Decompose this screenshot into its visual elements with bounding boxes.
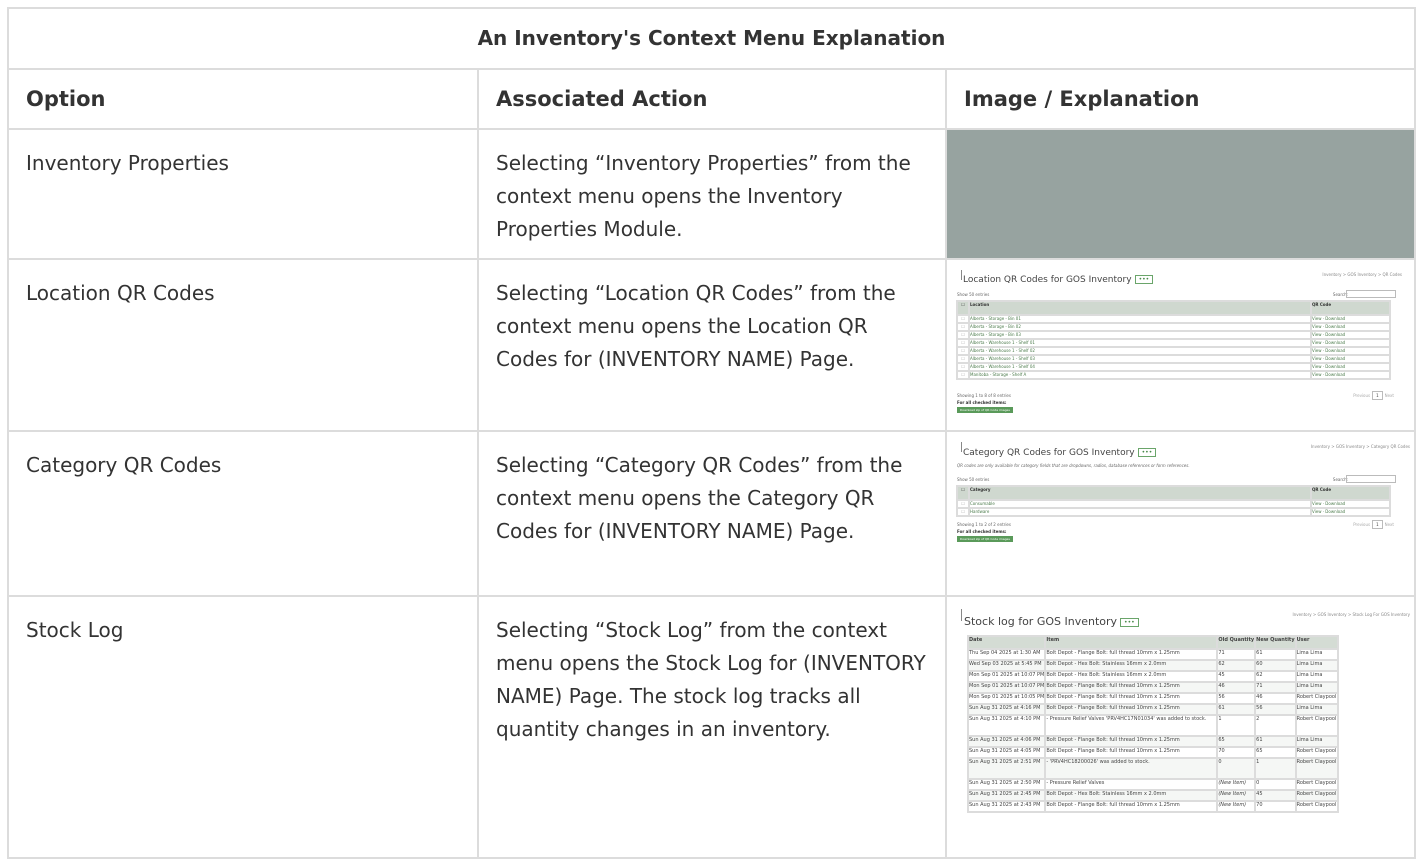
- header-image-explanation: Image / Explanation: [945, 68, 1416, 130]
- download-zip-button[interactable]: Download zip of QR Code images: [957, 536, 1013, 542]
- search-input[interactable]: [1346, 475, 1396, 483]
- breadcrumb: Inventory > GOS Inventory > Category QR …: [1310, 444, 1410, 449]
- action-cell: Selecting “Location QR Codes” from the c…: [477, 258, 947, 432]
- table-row: Inventory Properties Selecting “Inventor…: [7, 128, 1416, 260]
- image-cell: Stock log for GOS Inventory ••• Inventory…: [945, 595, 1416, 859]
- stock-log-screenshot: Stock log for GOS Inventory ••• Inventory…: [947, 597, 1414, 857]
- image-cell: Category QR Codes for GOS Inventory ••• I…: [945, 430, 1416, 597]
- table-row: Sun Aug 31 2025 at 2:43 PM Bolt Depot - F…: [966, 800, 1339, 813]
- category-qr-screenshot: Category QR Codes for GOS Inventory ••• I…: [947, 432, 1414, 595]
- pagination: Previous 1 Next: [1353, 520, 1394, 529]
- table-row: Mon Sep 01 2025 at 10:07 PM Bolt Depot - …: [966, 670, 1339, 683]
- action-cell: Selecting “Category QR Codes” from the c…: [477, 430, 947, 597]
- table-row: Thu Sep 04 2025 at 1:30 AM Bolt Depot - F…: [966, 648, 1339, 661]
- checked-label: For all checked items:: [957, 400, 1007, 405]
- option-cell: Inventory Properties: [7, 128, 479, 260]
- image-cell: Location QR Codes for GOS Inventory ••• I…: [945, 258, 1416, 432]
- pagination: Previous 1 Next: [1353, 391, 1394, 400]
- action-cell: Selecting “Stock Log” from the context m…: [477, 595, 947, 859]
- table-row: Stock Log Selecting “Stock Log” from the…: [7, 595, 1416, 859]
- table-row: Mon Sep 01 2025 at 10:05 PM Bolt Depot - …: [966, 692, 1339, 705]
- show-entries: Show 50 entries: [957, 477, 990, 482]
- location-table: ☐ Location QR Code ☐ Alberta - Storage - Bi…: [956, 300, 1391, 380]
- table-row: Sun Aug 31 2025 at 4:06 PM Bolt Depot - F…: [966, 735, 1339, 748]
- screenshot-title: Location QR Codes for GOS Inventory •••: [963, 275, 1154, 285]
- show-entries: Show 50 entries: [957, 292, 990, 297]
- qr-note: QR codes are only available for category…: [957, 463, 1190, 468]
- table-row: Sun Aug 31 2025 at 4:05 PM Bolt Depot - F…: [966, 746, 1339, 759]
- showing-entries: Showing 1 to 2 of 2 entries: [957, 522, 1011, 527]
- document-body: An Inventory's Context Menu Explanation …: [7, 7, 1416, 859]
- action-cell: Selecting “Inventory Properties” from th…: [477, 128, 947, 260]
- showing-entries: Showing 1 to 8 of 8 entries: [957, 393, 1011, 398]
- table-row: Mon Sep 01 2025 at 10:07 PM Bolt Depot - …: [966, 681, 1339, 694]
- option-cell: Location QR Codes: [7, 258, 479, 432]
- category-table: ☐ Category QR Code ☐ Consumable View · Downl…: [956, 485, 1391, 517]
- stock-log-table: Date Item Old Quantity New Quantity User…: [966, 635, 1339, 813]
- table-row: Sun Aug 31 2025 at 2:45 PM Bolt Depot - H…: [966, 789, 1339, 802]
- image-placeholder: [947, 130, 1414, 258]
- screenshot-title: Category QR Codes for GOS Inventory •••: [963, 448, 1157, 458]
- breadcrumb: Inventory > GOS Inventory > Stock Log Fo…: [1292, 612, 1410, 617]
- table-row: Location QR Codes Selecting “Location QR…: [7, 258, 1416, 432]
- screenshot-title: Stock log for GOS Inventory •••: [964, 615, 1139, 628]
- table-row: Sun Aug 31 2025 at 2:51 PM - 'PRV4HC18200…: [966, 757, 1339, 780]
- table-row: Wed Sep 03 2025 at 5:45 PM Bolt Depot - H…: [966, 659, 1339, 672]
- table-row: Sun Aug 31 2025 at 4:10 PM - Pressure Rel…: [966, 714, 1339, 737]
- header-associated-action: Associated Action: [477, 68, 947, 130]
- checked-label: For all checked items:: [957, 529, 1007, 534]
- table-row: Category QR Codes Selecting “Category QR…: [7, 430, 1416, 597]
- option-cell: Category QR Codes: [7, 430, 479, 597]
- context-menu-table: An Inventory's Context Menu Explanation …: [7, 7, 1416, 859]
- image-cell: [945, 128, 1416, 260]
- table-row: Sun Aug 31 2025 at 4:16 PM Bolt Depot - F…: [966, 703, 1339, 716]
- download-zip-button[interactable]: Download zip of QR Code images: [957, 407, 1013, 413]
- table-title: An Inventory's Context Menu Explanation: [7, 7, 1416, 70]
- option-cell: Stock Log: [7, 595, 479, 859]
- breadcrumb: Inventory > GOS Inventory > QR Codes: [1322, 272, 1402, 277]
- search-input[interactable]: [1346, 290, 1396, 298]
- table-row: Sun Aug 31 2025 at 2:50 PM - Pressure Rel…: [966, 778, 1339, 791]
- header-option: Option: [7, 68, 479, 130]
- location-qr-screenshot: Location QR Codes for GOS Inventory ••• I…: [947, 260, 1414, 430]
